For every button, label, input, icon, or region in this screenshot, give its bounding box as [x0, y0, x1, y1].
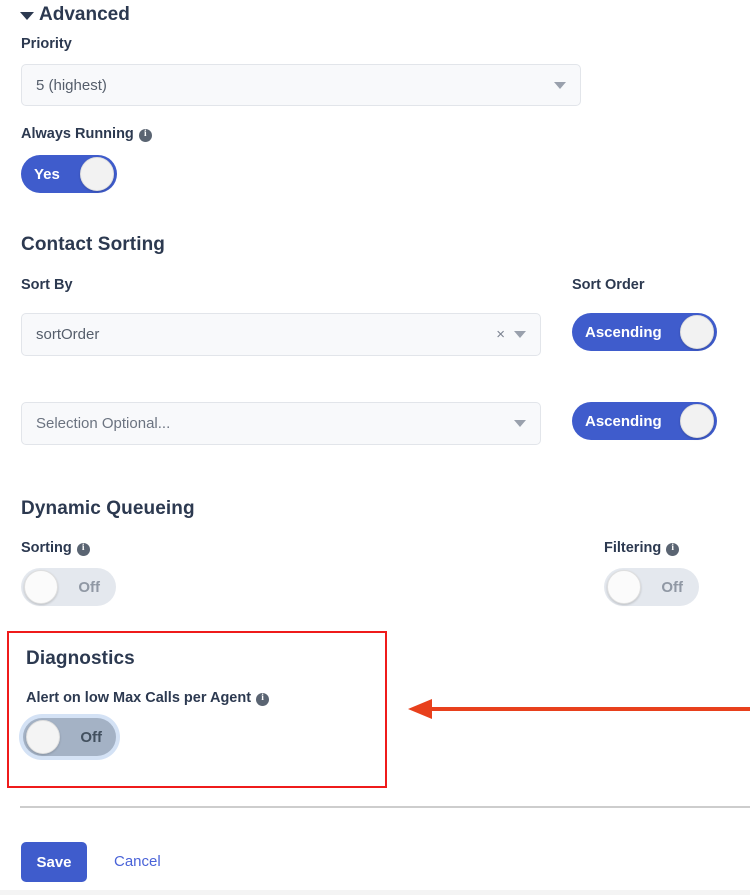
dq-filtering-toggle[interactable]: Off [604, 568, 699, 606]
priority-select[interactable]: 5 (highest) [21, 64, 581, 106]
dq-sorting-toggle[interactable]: Off [21, 568, 116, 606]
chevron-down-icon [514, 420, 526, 427]
chevron-down-icon [20, 12, 34, 20]
sort-by-label: Sort By [21, 277, 73, 293]
arrow-left-icon [405, 695, 750, 723]
save-button[interactable]: Save [21, 842, 87, 882]
dq-sorting-toggle-label: Off [78, 578, 100, 596]
toggle-knob [26, 720, 60, 754]
always-running-label: Always Running i [21, 126, 152, 142]
toggle-knob [680, 404, 714, 438]
toggle-knob [680, 315, 714, 349]
contact-sorting-title: Contact Sorting [21, 234, 165, 255]
alert-low-max-calls-toggle-label: Off [80, 728, 102, 746]
alert-low-max-calls-label: Alert on low Max Calls per Agent i [26, 690, 270, 706]
alert-low-max-calls-toggle[interactable]: Off [23, 718, 116, 756]
always-running-toggle-label: Yes [34, 165, 60, 183]
dq-sorting-label: Sorting i [21, 540, 90, 556]
info-icon[interactable]: i [666, 542, 680, 556]
info-icon[interactable]: i [256, 692, 270, 706]
advanced-section-title: Advanced [39, 4, 130, 25]
cancel-button[interactable]: Cancel [114, 853, 161, 870]
toggle-knob [80, 157, 114, 191]
close-icon[interactable]: × [492, 327, 514, 342]
advanced-section-toggle[interactable]: Advanced [20, 4, 130, 26]
diagnostics-title: Diagnostics [26, 648, 135, 669]
sort-by-select-2[interactable]: Selection Optional... [21, 402, 541, 445]
sort-order-toggle-2[interactable]: Ascending [572, 402, 717, 440]
sort-order-toggle-label-1: Ascending [585, 323, 662, 341]
dq-filtering-toggle-label: Off [661, 578, 683, 596]
dynamic-queueing-title: Dynamic Queueing [21, 498, 195, 519]
dq-filtering-label: Filtering i [604, 540, 680, 556]
chevron-down-icon [514, 331, 526, 338]
priority-value: 5 (highest) [36, 76, 107, 94]
advanced-settings-panel: Advanced Priority 5 (highest) Always Run… [0, 0, 750, 895]
sort-by-value-2: Selection Optional... [36, 415, 171, 432]
sort-order-label: Sort Order [572, 277, 645, 293]
footer-divider [20, 806, 750, 808]
always-running-toggle[interactable]: Yes [21, 155, 117, 193]
sort-by-select-1[interactable]: sortOrder × [21, 313, 541, 356]
sort-order-toggle-1[interactable]: Ascending [572, 313, 717, 351]
toggle-knob [24, 570, 58, 604]
chevron-down-icon [554, 81, 566, 89]
toggle-knob [607, 570, 641, 604]
info-icon[interactable]: i [76, 542, 90, 556]
priority-label: Priority [21, 36, 72, 52]
sort-order-toggle-label-2: Ascending [585, 412, 662, 430]
sort-by-value-1: sortOrder [36, 326, 100, 343]
info-icon[interactable]: i [138, 128, 152, 142]
bottom-strip [0, 890, 750, 895]
